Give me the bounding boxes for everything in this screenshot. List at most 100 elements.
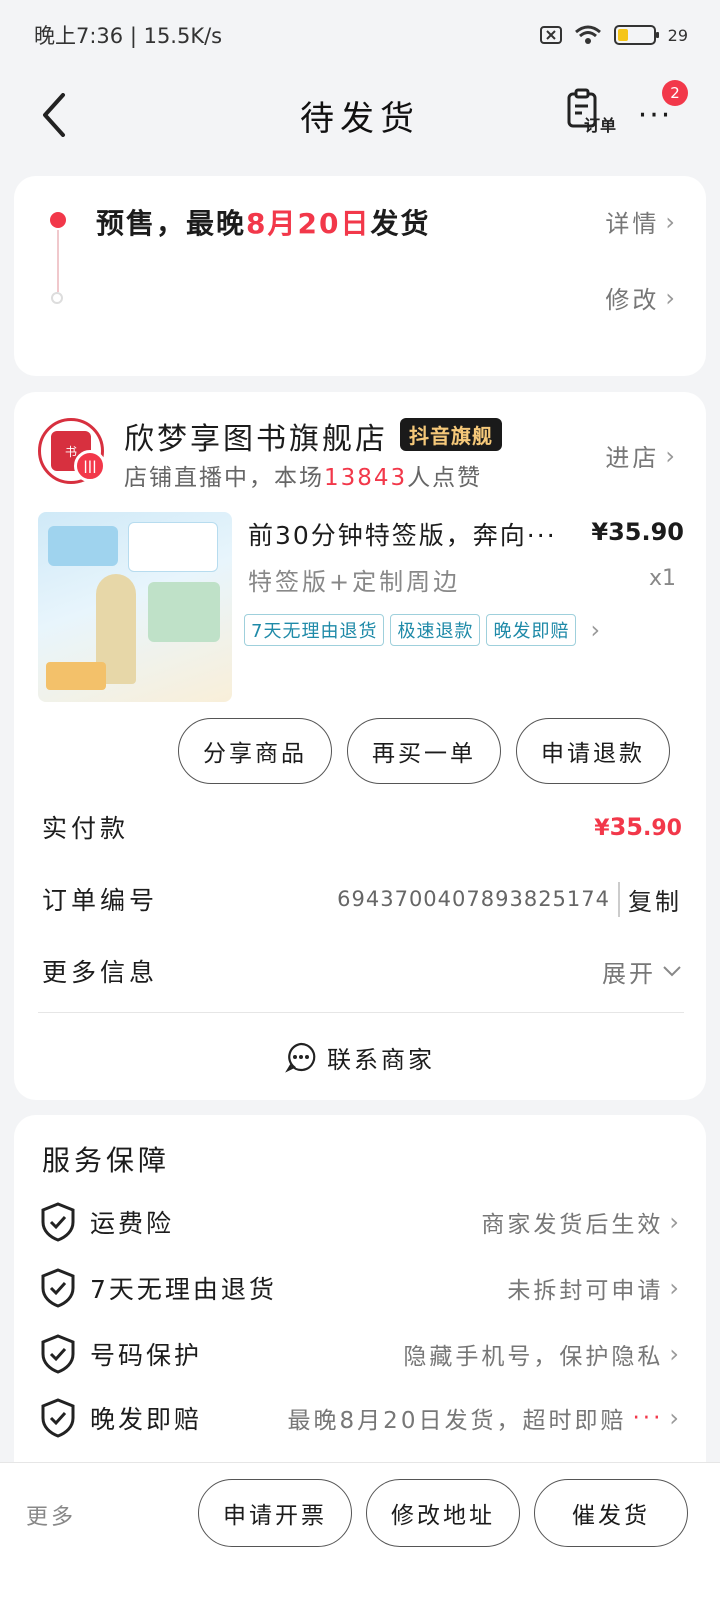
modify-label: 修改 [605,286,660,314]
service-item-7day-return[interactable]: 7天无理由退货 未拆封可申请 › [40,1263,682,1313]
order-card: 书 ||| 欣梦享图书旗舰店 抖音旗舰 店铺直播中，本场13843人点赞 进店 … [14,392,706,1100]
enter-shop-link[interactable]: 进店 › [605,438,678,473]
wifi-icon [574,25,601,44]
service-guarantee-card: 服务保障 运费险 商家发货后生效 › 7天无理由退货 未拆封可申请 › 号码保护 隐… [14,1115,706,1475]
order-button[interactable]: 订单 [566,88,622,138]
product-title[interactable]: 前30分钟特签版，奔向··· [248,516,578,552]
notification-badge: 2 [662,80,688,106]
paid-dec: .90 [643,816,682,841]
nav-bar: 待发货 订单 ··· 2 [0,70,720,160]
enter-shop-label: 进店 [605,444,660,472]
chat-bubble-icon [285,1042,316,1073]
ellipsis: ··· [632,1405,664,1431]
no-sim-icon [539,26,562,44]
timeline-line [57,230,59,292]
more-info-row[interactable]: 更多信息 展开 [42,946,682,996]
chevron-right-icon: › [665,207,678,236]
shield-check-icon [41,1268,75,1308]
shop-name[interactable]: 欣梦享图书旗舰店 [124,414,388,458]
paid-int: 35 [609,813,644,841]
battery-icon [613,25,659,45]
expand-label: 展开 [602,959,656,988]
order-number-row: 订单编号 6943700407893825174 复制 [42,874,682,924]
back-arrow-icon [43,93,65,137]
paid-row: 实付款 ¥35.90 [42,802,682,852]
more-info-label: 更多信息 [42,958,159,987]
expand-button[interactable]: 展开 [602,954,682,989]
service-title: 服务保障 [42,1144,171,1177]
chevron-right-icon: › [665,441,678,470]
like-count: 13843 [324,465,408,491]
paid-symbol: ¥ [594,816,610,841]
live-indicator-icon: ||| [74,450,106,482]
presale-notice: 预售，最晚8月20日发货 [96,202,430,242]
request-invoice-button[interactable]: 申请开票 [198,1479,352,1547]
more-actions-link[interactable]: 更多 [26,1499,76,1531]
service-desc: 隐藏手机号，保护隐私 [403,1344,664,1370]
copy-button[interactable]: 复制 [618,881,682,917]
order-number-label: 订单编号 [42,886,159,915]
chevron-right-icon: › [669,1404,682,1432]
presale-prefix: 预售，最晚 [96,207,247,240]
service-desc: 最晚8月20日发货，超时即赔 [287,1408,627,1434]
timeline-dot [50,212,66,228]
modify-link[interactable]: 修改 › [605,280,678,315]
service-desc: 商家发货后生效 [481,1212,664,1238]
status-time: 晚上7:36 | 15.5K/s [34,24,223,48]
paid-amount: ¥35.90 [594,813,682,841]
details-link[interactable]: 详情 › [605,204,678,239]
presale-date: 8月20日 [246,207,371,240]
details-label: 详情 [605,210,660,238]
chevron-right-icon: › [669,1274,682,1302]
product-price: ¥35.90 [591,518,684,546]
product-image[interactable] [38,512,232,702]
order-label: 订单 [584,116,617,135]
order-number-value: 6943700407893825174 [337,887,610,911]
shield-check-icon [41,1334,75,1374]
shield-check-icon [41,1202,75,1242]
service-item-number-protection[interactable]: 号码保护 隐藏手机号，保护隐私 › [40,1329,682,1379]
shop-badge: 抖音旗舰 [400,418,502,451]
tag-fast-refund: 极速退款 [390,614,481,646]
change-address-button[interactable]: 修改地址 [366,1479,520,1547]
chevron-right-icon: › [590,616,601,644]
bottom-action-bar: 更多 申请开票 修改地址 催发货 [0,1462,720,1600]
divider [38,1012,684,1013]
service-name: 晚发即赔 [90,1405,203,1434]
order-number: 6943700407893825174 复制 [337,881,682,917]
live-suffix: 人点赞 [407,465,483,491]
shop-live-status: 店铺直播中，本场13843人点赞 [124,458,482,492]
chevron-down-icon [663,966,681,977]
service-item-late-compensation[interactable]: 晚发即赔 最晚8月20日发货，超时即赔 ··· › [40,1393,682,1443]
share-product-button[interactable]: 分享商品 [178,718,332,784]
presale-suffix: 发货 [370,207,431,240]
status-bar: 晚上7:36 | 15.5K/s 29 [0,0,720,70]
page-title: 待发货 [300,98,420,139]
shipping-status-card: 预售，最晚8月20日发货 详情 › 修改 › [14,176,706,376]
product-quantity: x1 [648,566,676,591]
urge-shipping-button[interactable]: 催发货 [534,1479,688,1547]
live-prefix: 店铺直播中，本场 [124,465,324,491]
product-tags[interactable]: 7天无理由退货 极速退款 晚发即赔 › [244,614,600,646]
chevron-right-icon: › [669,1208,682,1236]
service-name: 号码保护 [90,1341,203,1370]
timeline-dot-next [51,292,63,304]
chevron-right-icon: › [665,283,678,312]
status-icons: 29 [539,25,688,45]
service-name: 运费险 [90,1209,175,1238]
product-spec: 特签版+定制周边 [248,568,461,596]
paid-label: 实付款 [42,814,130,843]
rebuy-button[interactable]: 再买一单 [347,718,501,784]
service-name: 7天无理由退货 [90,1275,277,1304]
request-refund-button[interactable]: 申请退款 [516,718,670,784]
tag-late-compensation: 晚发即赔 [486,614,577,646]
contact-seller-label: 联系商家 [327,1045,435,1074]
service-item-shipping-insurance[interactable]: 运费险 商家发货后生效 › [40,1197,682,1247]
back-button[interactable] [34,90,74,140]
contact-seller-button[interactable]: 联系商家 [14,1032,706,1082]
battery-percent: 29 [667,25,688,45]
tag-return: 7天无理由退货 [244,614,385,646]
chevron-right-icon: › [669,1340,682,1368]
shield-check-icon [41,1398,75,1438]
service-desc: 未拆封可申请 [507,1278,664,1304]
